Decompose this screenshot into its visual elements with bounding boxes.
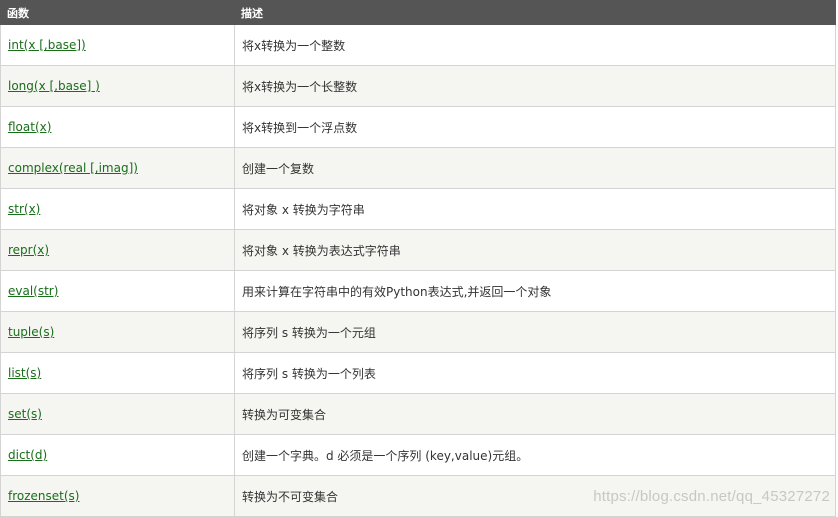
function-link[interactable]: complex(real [,imag]): [8, 161, 138, 175]
description-cell: 将对象 x 转换为表达式字符串: [234, 229, 836, 271]
function-link[interactable]: repr(x): [8, 243, 49, 257]
function-link[interactable]: tuple(s): [8, 325, 54, 339]
conversion-functions-table-container: 函数 描述 int(x [,base]) 将x转换为一个整数 long(x [,…: [0, 0, 836, 517]
function-cell: str(x): [0, 188, 235, 230]
conversion-functions-table: 函数 描述 int(x [,base]) 将x转换为一个整数 long(x [,…: [0, 0, 836, 517]
header-description: 描述: [234, 0, 836, 25]
function-cell: int(x [,base]): [0, 24, 235, 66]
function-cell: frozenset(s): [0, 475, 235, 517]
description-cell: 用来计算在字符串中的有效Python表达式,并返回一个对象: [234, 270, 836, 312]
table-row: frozenset(s) 转换为不可变集合: [0, 475, 836, 517]
function-link[interactable]: list(s): [8, 366, 41, 380]
function-link[interactable]: frozenset(s): [8, 489, 79, 503]
function-link[interactable]: int(x [,base]): [8, 38, 86, 52]
function-link[interactable]: str(x): [8, 202, 40, 216]
table-row: tuple(s) 将序列 s 转换为一个元组: [0, 311, 836, 353]
function-link[interactable]: eval(str): [8, 284, 58, 298]
function-link[interactable]: dict(d): [8, 448, 47, 462]
table-row: int(x [,base]) 将x转换为一个整数: [0, 24, 836, 66]
table-row: str(x) 将对象 x 转换为字符串: [0, 188, 836, 230]
function-cell: long(x [,base] ): [0, 65, 235, 107]
function-cell: complex(real [,imag]): [0, 147, 235, 189]
table-row: repr(x) 将对象 x 转换为表达式字符串: [0, 229, 836, 271]
description-cell: 将对象 x 转换为字符串: [234, 188, 836, 230]
table-row: long(x [,base] ) 将x转换为一个长整数: [0, 65, 836, 107]
table-row: float(x) 将x转换到一个浮点数: [0, 106, 836, 148]
table-row: dict(d) 创建一个字典。d 必须是一个序列 (key,value)元组。: [0, 434, 836, 476]
header-function: 函数: [0, 0, 235, 25]
function-link[interactable]: float(x): [8, 120, 51, 134]
description-cell: 将序列 s 转换为一个列表: [234, 352, 836, 394]
function-cell: tuple(s): [0, 311, 235, 353]
function-cell: repr(x): [0, 229, 235, 271]
table-row: list(s) 将序列 s 转换为一个列表: [0, 352, 836, 394]
description-cell: 将x转换到一个浮点数: [234, 106, 836, 148]
description-cell: 将x转换为一个长整数: [234, 65, 836, 107]
description-cell: 创建一个复数: [234, 147, 836, 189]
table-row: complex(real [,imag]) 创建一个复数: [0, 147, 836, 189]
description-cell: 转换为不可变集合: [234, 475, 836, 517]
function-cell: dict(d): [0, 434, 235, 476]
table-header-row: 函数 描述: [0, 0, 836, 25]
table-row: set(s) 转换为可变集合: [0, 393, 836, 435]
function-link[interactable]: long(x [,base] ): [8, 79, 100, 93]
description-cell: 将序列 s 转换为一个元组: [234, 311, 836, 353]
function-link[interactable]: set(s): [8, 407, 42, 421]
description-cell: 转换为可变集合: [234, 393, 836, 435]
table-row: eval(str) 用来计算在字符串中的有效Python表达式,并返回一个对象: [0, 270, 836, 312]
description-cell: 将x转换为一个整数: [234, 24, 836, 66]
function-cell: float(x): [0, 106, 235, 148]
function-cell: list(s): [0, 352, 235, 394]
function-cell: eval(str): [0, 270, 235, 312]
function-cell: set(s): [0, 393, 235, 435]
description-cell: 创建一个字典。d 必须是一个序列 (key,value)元组。: [234, 434, 836, 476]
